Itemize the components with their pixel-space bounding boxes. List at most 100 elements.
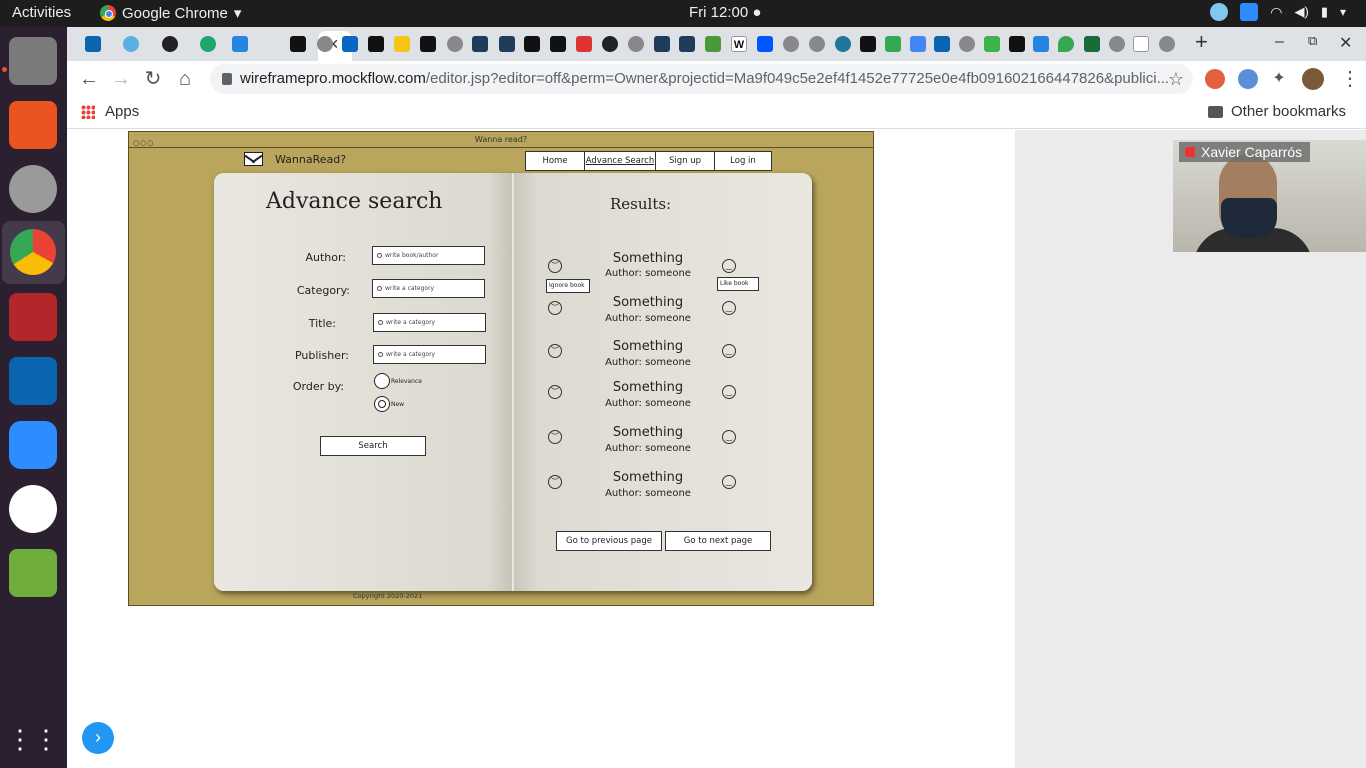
zoom-tray-icon[interactable] [1240, 3, 1259, 21]
sad-face-icon[interactable]: ︶ [548, 259, 562, 273]
search-button[interactable]: Search [320, 436, 426, 456]
restore-icon[interactable]: ⧉ [1308, 33, 1317, 49]
bookmark-other[interactable]: Other bookmarks [1231, 103, 1346, 120]
wifi-icon[interactable]: ◠ [1270, 4, 1282, 21]
title-input[interactable]: write a category [373, 313, 486, 332]
previous-page-button[interactable]: Go to previous page [556, 531, 662, 551]
chevron-down-icon[interactable]: ▾ [1340, 5, 1346, 19]
tab-wordpress-icon[interactable] [835, 36, 851, 52]
files-icon[interactable] [9, 37, 57, 85]
tab-favicon[interactable] [1109, 36, 1125, 52]
smile-face-icon[interactable]: ‿ [722, 430, 736, 444]
site-logo[interactable]: WannaRead? [244, 152, 346, 166]
tab-favicon[interactable] [290, 36, 306, 52]
author-input[interactable]: write book/author [372, 246, 485, 265]
back-arrow-icon[interactable]: ← [76, 66, 102, 92]
extension-icon[interactable] [1238, 69, 1258, 89]
next-page-button[interactable]: Go to next page [665, 531, 771, 551]
forward-arrow-icon[interactable]: → [108, 66, 134, 92]
tab-favicon[interactable] [679, 36, 695, 52]
home-icon[interactable]: ⌂ [172, 66, 198, 92]
image-viewer-icon[interactable] [9, 549, 57, 597]
reload-icon[interactable]: ↻ [140, 66, 166, 92]
tab-favicon[interactable] [123, 36, 139, 52]
tab-favicon[interactable] [232, 36, 248, 52]
tab-favicon[interactable] [628, 36, 644, 52]
tab-maps-icon[interactable] [1058, 36, 1074, 52]
minimize-icon[interactable]: – [1275, 33, 1284, 51]
tab-favicon[interactable] [1133, 36, 1149, 52]
tab-favicon[interactable] [1159, 36, 1175, 52]
sad-face-icon[interactable]: ︶ [548, 430, 562, 444]
category-input[interactable]: write a category [372, 279, 485, 298]
new-tab-plus-icon[interactable]: + [1195, 29, 1208, 55]
relevance-radio[interactable] [374, 373, 390, 389]
zoom-icon[interactable] [9, 421, 57, 469]
smile-face-icon[interactable]: ‿ [722, 344, 736, 358]
address-bar[interactable]: wireframepro.mockflow.com/editor.jsp?edi… [210, 64, 1193, 94]
settings-gear-icon[interactable] [9, 165, 57, 213]
tab-favicon[interactable] [368, 36, 384, 52]
tab-notion-icon[interactable] [420, 36, 436, 52]
vscode-icon[interactable] [9, 357, 57, 405]
tab-github-icon[interactable] [162, 36, 178, 52]
tab-wikipedia-icon[interactable]: W [731, 36, 747, 52]
tab-favicon[interactable] [1033, 36, 1049, 52]
slack-tray-icon[interactable] [1210, 3, 1229, 21]
tab-favicon[interactable] [705, 36, 721, 52]
nav-home[interactable]: Home [525, 151, 585, 171]
new-radio[interactable] [374, 396, 390, 412]
smile-face-icon[interactable]: ‿ [722, 301, 736, 315]
app-menu[interactable]: Google Chrome ▾ [100, 4, 241, 22]
tab-github-icon[interactable] [602, 36, 618, 52]
tab-favicon[interactable] [809, 36, 825, 52]
tab-favicon[interactable] [200, 36, 216, 52]
system-tray[interactable]: ◠ ◀) ▮ ▾ [1210, 3, 1346, 21]
tab-behance-icon[interactable] [757, 36, 773, 52]
extensions-puzzle-icon[interactable]: ✦ [1266, 66, 1292, 92]
apps-grid-icon[interactable] [81, 105, 95, 119]
publisher-input[interactable]: write a category [373, 345, 486, 364]
smile-face-icon[interactable]: ‿ [722, 475, 736, 489]
tab-outlook-icon[interactable] [85, 36, 101, 52]
tab-favicon[interactable] [1009, 36, 1025, 52]
show-apps-icon[interactable]: ⋮⋮ [7, 715, 59, 763]
tab-favicon[interactable] [984, 36, 1000, 52]
nav-log-in[interactable]: Log in [714, 151, 772, 171]
tab-favicon[interactable] [499, 36, 515, 52]
tab-favicon[interactable] [394, 36, 410, 52]
tab-docs-icon[interactable] [910, 36, 926, 52]
tab-favicon[interactable] [959, 36, 975, 52]
sad-face-icon[interactable]: ︶ [548, 385, 562, 399]
sad-face-icon[interactable]: ︶ [548, 475, 562, 489]
chevron-right-icon[interactable]: › [82, 722, 114, 754]
tab-vscode-icon[interactable] [934, 36, 950, 52]
tab-favicon[interactable] [1084, 36, 1100, 52]
nav-advance-search[interactable]: Advance Search [584, 151, 656, 171]
smile-face-icon[interactable]: ‿ [722, 385, 736, 399]
tab-medium-icon[interactable] [550, 36, 566, 52]
tab-favicon[interactable] [654, 36, 670, 52]
chrome-icon[interactable] [10, 229, 56, 275]
tab-favicon[interactable] [783, 36, 799, 52]
profile-avatar[interactable] [1302, 68, 1324, 90]
sad-face-icon[interactable]: ︶ [548, 344, 562, 358]
tab-favicon[interactable] [447, 36, 463, 52]
tab-linkedin-icon[interactable] [342, 36, 358, 52]
tab-favicon[interactable] [576, 36, 592, 52]
sad-face-icon[interactable]: ︶ [548, 301, 562, 315]
software-center-icon[interactable] [9, 101, 57, 149]
menu-kebab-icon[interactable]: ⋮ [1337, 66, 1363, 92]
volume-icon[interactable]: ◀) [1294, 4, 1308, 20]
close-window-icon[interactable]: ✕ [1339, 33, 1352, 53]
extension-icon[interactable] [1205, 69, 1225, 89]
bookmark-star-icon[interactable]: ☆ [1163, 66, 1189, 92]
tab-favicon[interactable] [472, 36, 488, 52]
activities-button[interactable]: Activities [12, 4, 71, 21]
tab-drive-icon[interactable] [885, 36, 901, 52]
clock[interactable]: Fri 12:00 ● [689, 4, 761, 21]
battery-icon[interactable]: ▮ [1321, 4, 1328, 20]
terminal-icon[interactable] [9, 293, 57, 341]
video-call-thumbnail[interactable]: Xavier Caparrós [1173, 140, 1366, 252]
wireframe-canvas[interactable]: ○○○ Wanna read? WannaRead? Home Advance … [128, 131, 874, 606]
